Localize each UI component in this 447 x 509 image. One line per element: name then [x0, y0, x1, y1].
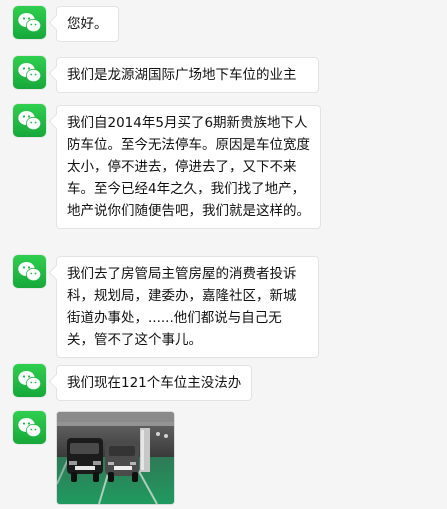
- message-text: 我们去了房管局主管房屋的消费者投诉科，规划局，建委办，嘉隆社区，新城街道办事处，…: [67, 266, 297, 348]
- message-bubble[interactable]: 我们去了房管局主管房屋的消费者投诉科，规划局，建委办，嘉隆社区，新城街道办事处，…: [56, 256, 319, 358]
- message-text: 您好。: [67, 16, 108, 32]
- message-text: 我们自2014年5月买了6期新贵族地下人防车位。至今无法停车。原因是车位宽度太小…: [67, 115, 310, 219]
- wechat-logo-icon[interactable]: [13, 255, 46, 288]
- message-text: 我们是龙源湖国际广场地下车位的业主: [67, 67, 297, 83]
- wechat-logo-icon[interactable]: [13, 6, 46, 39]
- wechat-logo-icon[interactable]: [13, 411, 46, 444]
- message-bubble[interactable]: 我们是龙源湖国际广场地下车位的业主: [56, 57, 319, 93]
- message-bubble[interactable]: 您好。: [56, 6, 119, 42]
- parking-garage-photo-image: [57, 412, 174, 504]
- message-bubble[interactable]: 我们自2014年5月买了6期新贵族地下人防车位。至今无法停车。原因是车位宽度太小…: [56, 105, 321, 229]
- wechat-logo-icon[interactable]: [13, 364, 46, 397]
- wechat-logo-icon[interactable]: [13, 104, 46, 137]
- message-bubble[interactable]: 我们现在121个车位主没法办: [56, 365, 253, 401]
- wechat-logo-icon[interactable]: [13, 56, 46, 89]
- chat-message-list: 您好。 我们是龙源湖国际广场地下车位的业主 我们自2014年5月买了6期新贵族地…: [0, 0, 447, 509]
- message-text: 我们现在121个车位主没法办: [67, 375, 242, 391]
- parking-garage-photo[interactable]: [56, 411, 175, 505]
